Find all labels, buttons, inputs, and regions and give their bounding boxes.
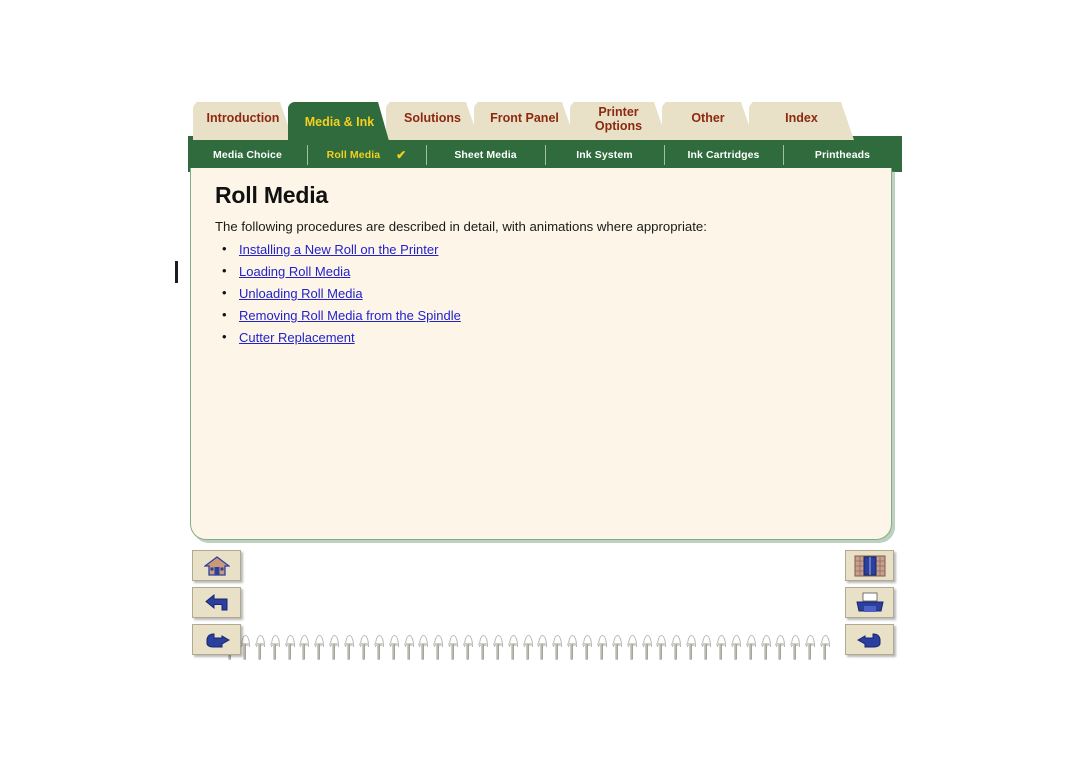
subtab-label: Printheads xyxy=(814,149,871,161)
tab-other[interactable]: Other xyxy=(662,102,754,140)
printer-icon xyxy=(855,592,885,614)
subtab-label: Roll Media xyxy=(326,149,381,161)
spiral-ring xyxy=(552,635,563,661)
spiral-ring xyxy=(239,635,250,661)
spiral-ring xyxy=(358,635,369,661)
link-cutter-replacement[interactable]: Cutter Replacement xyxy=(239,330,355,345)
spiral-ring xyxy=(492,635,503,661)
spiral-ring xyxy=(314,635,325,661)
spiral-ring xyxy=(567,635,578,661)
back-arrow-icon xyxy=(203,593,231,613)
list-item: Cutter Replacement xyxy=(222,329,891,345)
tab-label: Index xyxy=(785,111,818,126)
print-button[interactable] xyxy=(845,587,894,618)
spiral-ring xyxy=(269,635,280,661)
spiral-ring xyxy=(760,635,771,661)
help-book-frame: Introduction Media & Ink Solutions Front… xyxy=(175,90,908,675)
home-button[interactable] xyxy=(192,550,241,581)
hand-pointer-right-icon xyxy=(856,631,884,649)
list-item: Installing a New Roll on the Printer xyxy=(222,241,891,257)
subtab-roll-media[interactable]: Roll Media ✔ xyxy=(307,142,426,168)
spiral-ring xyxy=(641,635,652,661)
tab-label: Solutions xyxy=(404,111,461,126)
subtab-label: Ink System xyxy=(576,149,633,161)
spiral-ring xyxy=(656,635,667,661)
subtab-label: Media Choice xyxy=(213,149,282,161)
subtab-ink-cartridges[interactable]: Ink Cartridges xyxy=(664,142,783,168)
index-button[interactable] xyxy=(845,550,894,581)
spiral-ring xyxy=(730,635,741,661)
tab-label: Other xyxy=(691,111,725,126)
spiral-ring xyxy=(820,635,831,661)
spiral-ring xyxy=(329,635,340,661)
main-tab-row: Introduction Media & Ink Solutions Front… xyxy=(178,90,908,142)
list-item: Loading Roll Media xyxy=(222,263,891,279)
spiral-ring xyxy=(433,635,444,661)
tab-introduction[interactable]: Introduction xyxy=(193,102,293,140)
tab-printer-options[interactable]: Printer Options xyxy=(570,102,667,140)
next-page-button[interactable] xyxy=(845,624,894,655)
link-loading-roll-media[interactable]: Loading Roll Media xyxy=(239,264,350,279)
spiral-ring xyxy=(254,635,265,661)
spiral-ring xyxy=(418,635,429,661)
spiral-ring xyxy=(477,635,488,661)
spiral-ring xyxy=(448,635,459,661)
link-installing-new-roll[interactable]: Installing a New Roll on the Printer xyxy=(239,242,438,257)
back-button[interactable] xyxy=(192,587,241,618)
spiral-ring xyxy=(582,635,593,661)
spiral-ring xyxy=(686,635,697,661)
list-item: Removing Roll Media from the Spindle xyxy=(222,307,891,323)
tab-label: Front Panel xyxy=(490,111,559,126)
tab-label: Introduction xyxy=(206,111,280,126)
spiral-ring xyxy=(463,635,474,661)
spiral-ring xyxy=(507,635,518,661)
subtab-media-choice[interactable]: Media Choice xyxy=(188,142,307,168)
intro-paragraph: The following procedures are described i… xyxy=(215,219,707,234)
spiral-ring xyxy=(611,635,622,661)
procedure-link-list: Installing a New Roll on the Printer Loa… xyxy=(191,241,891,345)
change-bar-marker xyxy=(175,261,178,283)
spiral-ring xyxy=(775,635,786,661)
spiral-ring xyxy=(388,635,399,661)
subtab-printheads[interactable]: Printheads xyxy=(783,142,902,168)
subtab-sheet-media[interactable]: Sheet Media xyxy=(426,142,545,168)
sub-tab-row: Media Choice Roll Media ✔ Sheet Media In… xyxy=(188,142,902,168)
spiral-ring xyxy=(745,635,756,661)
subtab-ink-system[interactable]: Ink System xyxy=(545,142,664,168)
spiral-ring xyxy=(701,635,712,661)
spiral-ring xyxy=(715,635,726,661)
bookshelf-icon xyxy=(854,555,886,577)
spiral-ring xyxy=(671,635,682,661)
spiral-ring xyxy=(344,635,355,661)
spiral-ring xyxy=(522,635,533,661)
list-item: Unloading Roll Media xyxy=(222,285,891,301)
tab-solutions[interactable]: Solutions xyxy=(386,102,479,140)
tab-front-panel[interactable]: Front Panel xyxy=(474,102,575,140)
hand-pointer-left-icon xyxy=(203,631,231,649)
home-icon xyxy=(203,555,230,577)
check-icon: ✔ xyxy=(396,148,407,162)
page-title: Roll Media xyxy=(215,182,329,208)
spiral-binding xyxy=(225,635,836,663)
spiral-ring xyxy=(790,635,801,661)
spiral-ring xyxy=(373,635,384,661)
previous-page-button[interactable] xyxy=(192,624,241,655)
subtab-label: Ink Cartridges xyxy=(687,149,760,161)
content-page: Roll Media The following procedures are … xyxy=(175,168,892,540)
spiral-ring xyxy=(403,635,414,661)
link-removing-roll-media-spindle[interactable]: Removing Roll Media from the Spindle xyxy=(239,308,461,323)
tab-label: Media & Ink xyxy=(304,115,375,130)
link-unloading-roll-media[interactable]: Unloading Roll Media xyxy=(239,286,363,301)
spiral-ring xyxy=(537,635,548,661)
spiral-ring xyxy=(596,635,607,661)
spiral-ring xyxy=(299,635,310,661)
tab-index[interactable]: Index xyxy=(749,102,854,140)
tab-label: Printer Options xyxy=(594,105,643,133)
spiral-ring xyxy=(284,635,295,661)
spiral-ring xyxy=(805,635,816,661)
spiral-ring xyxy=(626,635,637,661)
subtab-label: Sheet Media xyxy=(454,149,517,161)
